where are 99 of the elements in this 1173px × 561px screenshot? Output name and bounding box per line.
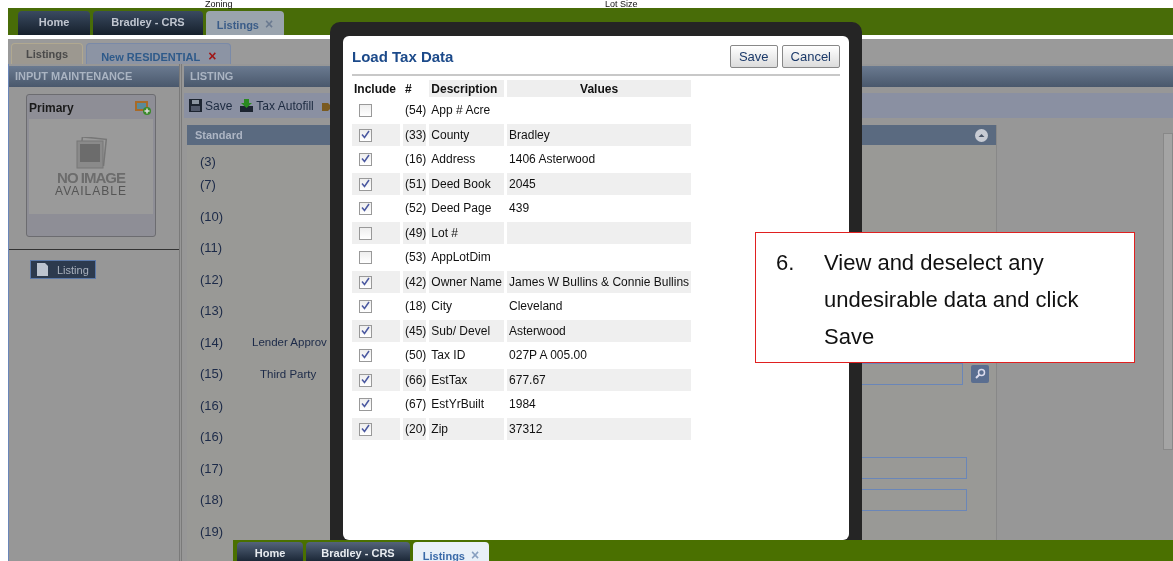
- table-cell-text: (54): [404, 102, 427, 120]
- collapse-icon[interactable]: [975, 128, 988, 142]
- cancel-button[interactable]: Cancel: [781, 44, 840, 68]
- field-number: (18): [200, 492, 225, 508]
- table-cell: 37312: [507, 417, 692, 440]
- field-label: Third Party: [260, 367, 317, 380]
- search-button[interactable]: [971, 364, 989, 383]
- field-number: (3): [200, 154, 217, 169]
- table-cell: County: [429, 123, 505, 146]
- table-cell-text: 439: [508, 200, 531, 218]
- instruction-text: View and deselect any undesirable data and click Save: [824, 249, 1080, 351]
- table-cell-text: AppLotDim: [430, 249, 492, 267]
- close-icon[interactable]: ×: [208, 48, 217, 64]
- table-cell-text: (53): [404, 249, 427, 267]
- tab[interactable]: Listings: [11, 43, 84, 64]
- table-cell: 2045: [507, 172, 692, 195]
- save-button[interactable]: Save: [729, 44, 778, 68]
- checkbox[interactable]: [359, 177, 372, 191]
- table-cell-text: Address: [430, 151, 477, 169]
- column-heading: Zoning: [205, 0, 233, 9]
- table-cell-text: (52): [404, 200, 427, 218]
- section-title: Standard: [195, 129, 243, 141]
- field-number: (13): [200, 303, 225, 319]
- field-number: (7): [200, 177, 217, 193]
- checkbox[interactable]: [359, 349, 372, 363]
- table-cell: 677.67: [507, 368, 692, 391]
- table-cell: Asterwood: [507, 319, 692, 342]
- field-number: (11): [200, 240, 224, 256]
- field-number: (19): [200, 523, 225, 539]
- table-cell: Zip: [429, 417, 505, 440]
- table-cell: Lot #: [429, 221, 505, 244]
- table-cell-text: 1406 Asterwood: [508, 151, 597, 169]
- field-number: (15): [200, 366, 225, 382]
- table-cell: Bradley: [507, 123, 692, 146]
- nav-item[interactable]: Listing: [30, 260, 96, 279]
- add-image-icon[interactable]: [135, 100, 151, 115]
- table-cell: (33): [403, 123, 427, 146]
- field-number: (16): [200, 429, 225, 445]
- panel-header: INPUT MAINTENANCE: [9, 66, 179, 87]
- tab[interactable]: Bradley - CRS: [306, 542, 410, 561]
- no-image-text: AVAILABLE: [55, 186, 127, 196]
- checkbox[interactable]: [359, 300, 372, 314]
- download-icon: [240, 99, 254, 112]
- table-cell: Deed Book: [429, 172, 505, 195]
- document-icon: [37, 263, 48, 276]
- table-cell: Sub/ Devel: [429, 319, 505, 342]
- table-cell: EstTax: [429, 368, 505, 391]
- field-number: (14): [200, 334, 225, 350]
- checkbox[interactable]: [359, 422, 372, 436]
- tax-autofill-button[interactable]: Tax Autofill: [240, 98, 314, 113]
- table-cell-text: (18): [404, 298, 427, 316]
- column-heading: Lot Size: [605, 0, 638, 9]
- table-cell: (42): [403, 270, 427, 293]
- checkbox[interactable]: [359, 104, 372, 118]
- field-number: (12): [200, 271, 225, 287]
- table-cell-text: Deed Page: [430, 200, 493, 218]
- table-cell: (51): [403, 172, 427, 195]
- table-cell-text: 1984: [508, 396, 537, 414]
- table-cell: (49): [403, 221, 427, 244]
- table-cell-text: (67): [404, 396, 427, 414]
- column-header: Description: [429, 80, 505, 97]
- step-number: 6.: [776, 249, 796, 277]
- checkbox[interactable]: [359, 398, 372, 412]
- checkbox[interactable]: [359, 324, 372, 338]
- tab[interactable]: Home: [237, 542, 303, 561]
- checkbox[interactable]: [359, 153, 372, 167]
- column-header: Values: [507, 80, 692, 97]
- table-cell-text: City: [430, 298, 453, 316]
- table-cell: James W Bullins & Connie Bullins: [507, 270, 692, 293]
- field-number: (17): [200, 460, 225, 476]
- field-number: (10): [200, 208, 225, 224]
- checkbox[interactable]: [359, 202, 372, 216]
- field-label: Lender Approv: [252, 336, 327, 349]
- table-cell: (20): [403, 417, 427, 440]
- card-title: Primary: [29, 100, 74, 115]
- table-cell-text: Cleveland: [508, 298, 564, 316]
- save-button[interactable]: Save: [189, 98, 233, 113]
- table-cell-text: (50): [404, 347, 427, 365]
- checkbox[interactable]: [359, 251, 372, 265]
- checkbox[interactable]: [359, 373, 372, 387]
- dialog-title: Load Tax Data: [352, 47, 455, 65]
- field-number: (16): [200, 397, 225, 413]
- checkbox[interactable]: [359, 275, 372, 289]
- photos-icon: [73, 137, 109, 169]
- table-cell-text: (16): [404, 151, 427, 169]
- table-cell: Owner Name: [429, 270, 505, 293]
- table-cell-text: 027P A 005.00: [508, 347, 588, 365]
- tab[interactable]: Bradley - CRS: [93, 11, 203, 35]
- table-cell: (45): [403, 319, 427, 342]
- table-cell-text: Tax ID: [430, 347, 467, 365]
- table-cell: (66): [403, 368, 427, 391]
- table-cell-text: App # Acre: [430, 102, 492, 120]
- scrollbar[interactable]: [1163, 133, 1173, 450]
- checkbox[interactable]: [359, 226, 372, 240]
- tab[interactable]: New RESIDENTIAL ×: [86, 43, 232, 64]
- tab[interactable]: Listings ×: [206, 11, 284, 35]
- checkbox[interactable]: [359, 128, 372, 142]
- table-cell-text: EstYrBuilt: [430, 396, 486, 414]
- tab[interactable]: Home: [18, 11, 90, 35]
